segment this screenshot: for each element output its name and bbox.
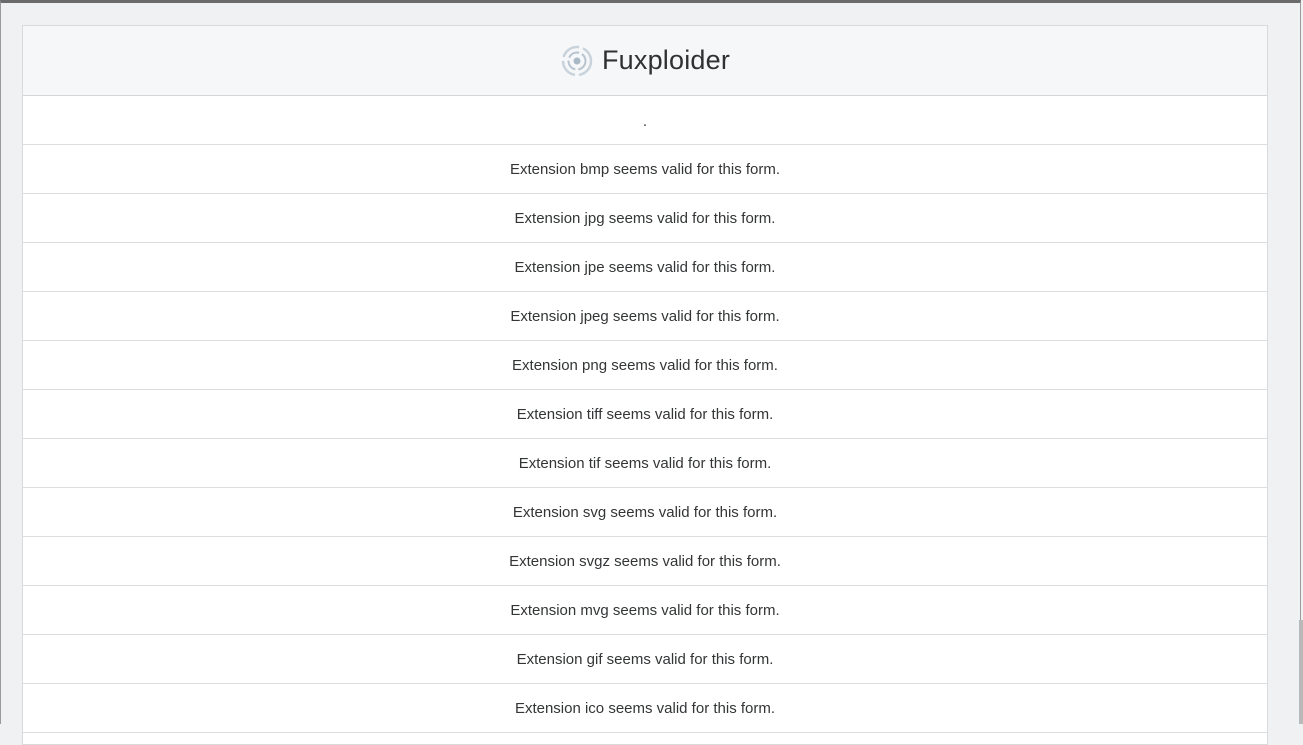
list-item: Extension jpe seems valid for this form. (23, 243, 1267, 292)
list-item: Extension ico seems valid for this form. (23, 684, 1267, 733)
list-item: Extension tiff seems valid for this form… (23, 390, 1267, 439)
list-item: Extension jpg seems valid for this form. (23, 194, 1267, 243)
list-item: Extension svg seems valid for this form. (23, 488, 1267, 537)
list-item: . (23, 96, 1267, 145)
fuxploider-logo-icon (560, 44, 594, 78)
list-item: Extension mvg seems valid for this form. (23, 586, 1267, 635)
results-panel: Fuxploider . Extension bmp seems valid f… (22, 25, 1268, 745)
panel-header: Fuxploider (23, 26, 1267, 96)
results-list: . Extension bmp seems valid for this for… (23, 96, 1267, 733)
list-item: Extension jpeg seems valid for this form… (23, 292, 1267, 341)
list-item: Extension gif seems valid for this form. (23, 635, 1267, 684)
list-item: Extension tif seems valid for this form. (23, 439, 1267, 488)
list-item: Extension svgz seems valid for this form… (23, 537, 1267, 586)
scrollbar-edge[interactable] (1299, 620, 1303, 724)
list-item: Extension bmp seems valid for this form. (23, 145, 1267, 194)
app-title: Fuxploider (601, 45, 731, 75)
list-item: Extension png seems valid for this form. (23, 341, 1267, 390)
